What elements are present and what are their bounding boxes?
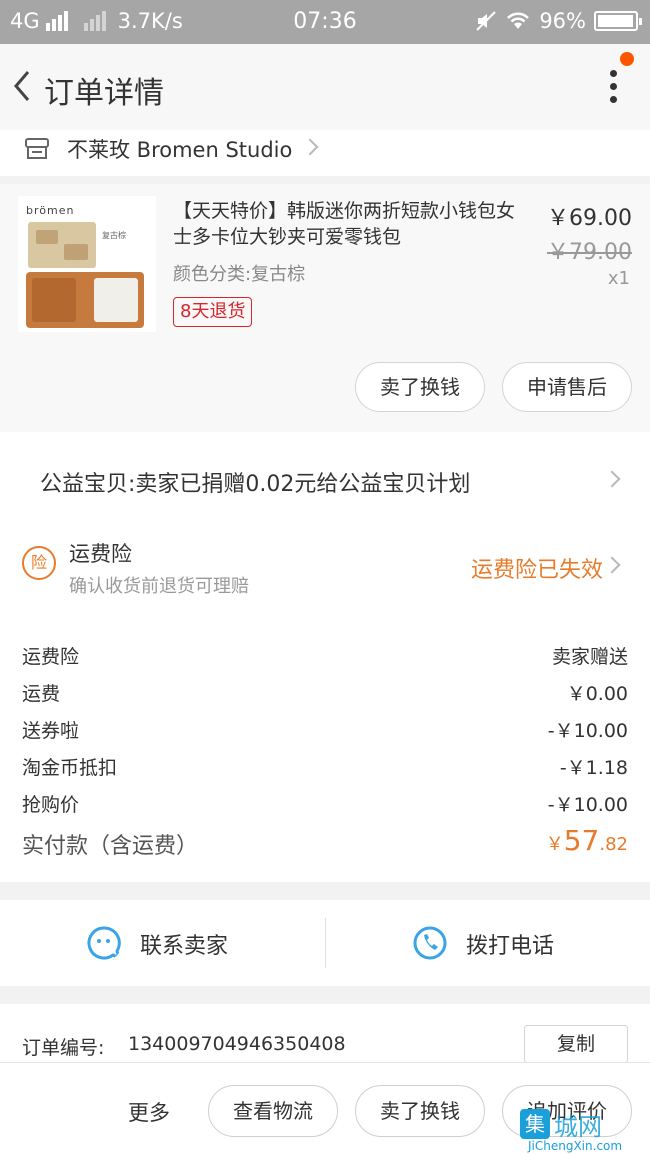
- order-number-value: 134009704946350408: [128, 1033, 346, 1055]
- thumb-brand: brömen: [26, 204, 75, 217]
- product-price: ￥69.00: [547, 206, 632, 231]
- watermark-cn: 城网: [554, 1113, 602, 1141]
- nav-bar: 订单详情: [0, 44, 650, 130]
- fee-row: 运费险 卖家赠送: [22, 642, 628, 672]
- charity-text: 公益宝贝:卖家已捐赠0.02元给公益宝贝计划: [40, 472, 471, 497]
- store-icon: [25, 138, 49, 159]
- fee-value: -￥1.18: [559, 757, 628, 779]
- phone-icon: [413, 926, 447, 960]
- chevron-right-icon: [603, 470, 621, 488]
- fee-row: 抢购价 -￥10.00: [22, 790, 628, 820]
- call-label: 拨打电话: [466, 934, 555, 959]
- wallet-open-image: [26, 272, 144, 328]
- insurance-subtitle: 确认收货前退货可理赔: [69, 576, 249, 597]
- wallet-front-image: [28, 222, 96, 268]
- fee-value: 卖家赠送: [551, 646, 628, 668]
- fee-row: 淘金币抵扣 -￥1.18: [22, 753, 628, 783]
- thumb-label: 复古棕: [102, 231, 126, 240]
- fee-label: 送券啦: [22, 720, 80, 742]
- product-variant: 颜色分类:复古棕: [173, 264, 306, 285]
- contact-seller-button[interactable]: 联系卖家: [0, 900, 325, 986]
- product-quantity: x1: [607, 268, 630, 289]
- fee-label: 运费: [22, 683, 61, 705]
- watermark-mark: 集: [520, 1109, 550, 1139]
- page-title: 订单详情: [44, 76, 164, 111]
- original-price: ￥79.00: [547, 240, 632, 265]
- product-thumbnail[interactable]: brömen 复古棕: [18, 196, 156, 332]
- more-vertical-icon[interactable]: [610, 70, 620, 106]
- after-sale-button[interactable]: 申请售后: [502, 362, 632, 412]
- battery-icon: [594, 11, 642, 31]
- return-policy-badge: 8天退货: [173, 297, 253, 327]
- product-card[interactable]: brömen 复古棕 【天天特价】韩版迷你两折短款小钱包女士多卡位大钞夹可爱零钱…: [0, 184, 650, 432]
- mute-icon: [476, 11, 497, 31]
- contact-bar: 联系卖家 拨打电话: [0, 900, 650, 986]
- chat-icon: [87, 926, 122, 961]
- battery-percent: 96%: [539, 9, 586, 33]
- charity-row[interactable]: 公益宝贝:卖家已捐赠0.02元给公益宝贝计划: [0, 432, 650, 524]
- status-bar: 4G 3.7K/s 07:36 96%: [0, 0, 650, 44]
- view-logistics-button[interactable]: 查看物流: [208, 1085, 338, 1137]
- chevron-right-icon: [603, 556, 621, 574]
- product-title[interactable]: 【天天特价】韩版迷你两折短款小钱包女士多卡位大钞夹可爱零钱包: [173, 198, 525, 250]
- shop-row[interactable]: 不莱玫 Bromen Studio: [0, 130, 650, 176]
- sell-button-bottom[interactable]: 卖了换钱: [355, 1085, 485, 1137]
- fee-label: 运费险: [22, 646, 80, 668]
- insurance-icon: 险: [22, 546, 56, 580]
- total-label: 实付款（含运费）: [22, 834, 199, 859]
- wifi-icon: [507, 12, 530, 29]
- copy-button[interactable]: 复制: [524, 1025, 628, 1063]
- total-amount: ￥57.82: [546, 824, 628, 857]
- fee-breakdown: 运费险 卖家赠送 运费 ￥0.00 送券啦 -￥10.00 淘金币抵扣 -￥1.…: [0, 618, 650, 882]
- total-currency: ￥: [545, 834, 564, 855]
- insurance-status: 运费险已失效: [470, 558, 603, 583]
- contact-seller-label: 联系卖家: [140, 934, 229, 959]
- insurance-title: 运费险: [69, 542, 132, 566]
- fee-label: 淘金币抵扣: [22, 757, 118, 779]
- fee-row: 送券啦 -￥10.00: [22, 716, 628, 746]
- shipping-insurance-row[interactable]: 险 运费险 确认收货前退货可理赔 运费险已失效: [0, 524, 650, 618]
- call-button[interactable]: 拨打电话: [326, 900, 650, 986]
- total-integer: 57: [563, 824, 600, 857]
- total-decimal: .82: [599, 834, 628, 855]
- fee-label: 抢购价: [22, 794, 80, 816]
- fee-row: 运费 ￥0.00: [22, 679, 628, 709]
- total-paid-row: 实付款（含运费） ￥57.82: [22, 824, 628, 868]
- order-number-label: 订单编号:: [22, 1037, 105, 1059]
- back-button[interactable]: [8, 66, 38, 106]
- more-link[interactable]: 更多: [128, 1097, 170, 1127]
- shop-name: 不莱玫 Bromen Studio: [67, 138, 293, 162]
- watermark-en: JiChengXin.com: [528, 1139, 623, 1153]
- order-number-row: 订单编号: 134009704946350408 复制: [0, 1004, 650, 1068]
- watermark-logo: 集 城网 JiChengXin.com: [520, 1101, 646, 1153]
- notification-dot: [620, 52, 634, 66]
- fee-value: -￥10.00: [547, 794, 628, 816]
- sell-button[interactable]: 卖了换钱: [355, 362, 485, 412]
- chevron-right-icon: [301, 138, 319, 156]
- fee-value: ￥0.00: [566, 683, 628, 705]
- fee-value: -￥10.00: [547, 720, 628, 742]
